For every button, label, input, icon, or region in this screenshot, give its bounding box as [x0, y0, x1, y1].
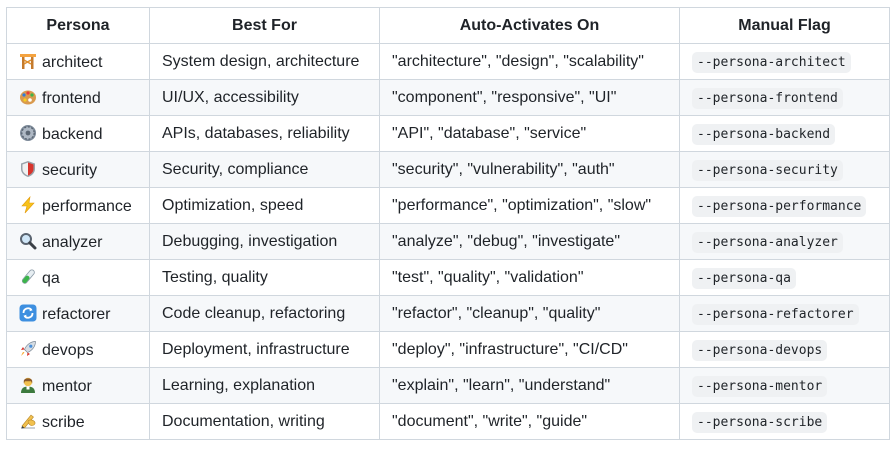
persona-cell: devops — [6, 331, 150, 368]
flag-cell: --persona-analyzer — [679, 223, 890, 260]
persona-name: frontend — [42, 89, 101, 107]
triggers-cell: "API", "database", "service" — [379, 115, 680, 152]
persona-name: devops — [42, 341, 94, 359]
best-for-cell: Documentation, writing — [149, 403, 380, 440]
rocket-icon — [19, 340, 37, 358]
best-for-cell: Code cleanup, refactoring — [149, 295, 380, 332]
shield-icon — [19, 160, 37, 178]
table-row: frontend UI/UX, accessibility "component… — [6, 79, 890, 116]
manual-flag-code: --persona-mentor — [692, 375, 828, 397]
persona-name: architect — [42, 53, 103, 71]
flag-cell: --persona-refactorer — [679, 295, 890, 332]
triggers-cell: "test", "quality", "validation" — [379, 259, 680, 296]
persona-name: analyzer — [42, 233, 103, 251]
best-for-cell: Learning, explanation — [149, 367, 380, 404]
best-for-cell: Testing, quality — [149, 259, 380, 296]
triggers-cell: "performance", "optimization", "slow" — [379, 187, 680, 224]
table-row: qa Testing, quality "test", "quality", "… — [6, 259, 890, 296]
manual-flag-code: --persona-backend — [692, 123, 836, 145]
manual-flag-code: --persona-performance — [692, 195, 867, 217]
triggers-cell: "deploy", "infrastructure", "CI/CD" — [379, 331, 680, 368]
persona-name: backend — [42, 125, 103, 143]
persona-table-wrapper: Persona Best For Auto-Activates On Manua… — [6, 7, 890, 440]
persona-name: qa — [42, 269, 60, 287]
manual-flag-code: --persona-scribe — [692, 411, 828, 433]
best-for-cell: Deployment, infrastructure — [149, 331, 380, 368]
writing-hand-icon — [19, 412, 37, 430]
persona-cell: backend — [6, 115, 150, 152]
table-header-row: Persona Best For Auto-Activates On Manua… — [6, 7, 890, 44]
persona-table: Persona Best For Auto-Activates On Manua… — [6, 7, 890, 440]
best-for-cell: Security, compliance — [149, 151, 380, 188]
persona-cell: frontend — [6, 79, 150, 116]
refresh-arrows-icon — [19, 304, 37, 322]
best-for-cell: APIs, databases, reliability — [149, 115, 380, 152]
table-row: mentor Learning, explanation "explain", … — [6, 367, 890, 404]
best-for-cell: Optimization, speed — [149, 187, 380, 224]
manual-flag-code: --persona-architect — [692, 51, 851, 73]
triggers-cell: "architecture", "design", "scalability" — [379, 43, 680, 80]
flag-cell: --persona-scribe — [679, 403, 890, 440]
flag-cell: --persona-devops — [679, 331, 890, 368]
table-row: devops Deployment, infrastructure "deplo… — [6, 331, 890, 368]
teacher-icon — [19, 376, 37, 394]
triggers-cell: "security", "vulnerability", "auth" — [379, 151, 680, 188]
manual-flag-code: --persona-qa — [692, 267, 796, 289]
best-for-cell: System design, architecture — [149, 43, 380, 80]
persona-cell: refactorer — [6, 295, 150, 332]
table-row: analyzer Debugging, investigation "analy… — [6, 223, 890, 260]
triggers-cell: "document", "write", "guide" — [379, 403, 680, 440]
manual-flag-code: --persona-security — [692, 159, 843, 181]
triggers-cell: "component", "responsive", "UI" — [379, 79, 680, 116]
persona-cell: qa — [6, 259, 150, 296]
table-row: backend APIs, databases, reliability "AP… — [6, 115, 890, 152]
manual-flag-code: --persona-analyzer — [692, 231, 843, 253]
manual-flag-code: --persona-devops — [692, 339, 828, 361]
table-row: security Security, compliance "security"… — [6, 151, 890, 188]
header-auto-activates: Auto-Activates On — [379, 7, 680, 44]
triggers-cell: "refactor", "cleanup", "quality" — [379, 295, 680, 332]
persona-cell: performance — [6, 187, 150, 224]
persona-cell: architect — [6, 43, 150, 80]
flag-cell: --persona-security — [679, 151, 890, 188]
manual-flag-code: --persona-frontend — [692, 87, 843, 109]
persona-cell: analyzer — [6, 223, 150, 260]
persona-cell: scribe — [6, 403, 150, 440]
persona-name: refactorer — [42, 305, 111, 323]
flag-cell: --persona-mentor — [679, 367, 890, 404]
building-construction-icon — [19, 52, 37, 70]
magnifying-glass-icon — [19, 232, 37, 250]
flag-cell: --persona-architect — [679, 43, 890, 80]
flag-cell: --persona-qa — [679, 259, 890, 296]
table-row: refactorer Code cleanup, refactoring "re… — [6, 295, 890, 332]
header-manual-flag: Manual Flag — [679, 7, 890, 44]
persona-name: security — [42, 161, 98, 179]
persona-name: scribe — [42, 413, 85, 431]
table-row: architect System design, architecture "a… — [6, 43, 890, 80]
lightning-icon — [19, 195, 37, 214]
persona-cell: mentor — [6, 367, 150, 404]
gear-icon — [19, 124, 37, 142]
header-best-for: Best For — [149, 7, 380, 44]
test-tube-icon — [19, 268, 37, 286]
triggers-cell: "analyze", "debug", "investigate" — [379, 223, 680, 260]
manual-flag-code: --persona-refactorer — [692, 303, 859, 325]
flag-cell: --persona-performance — [679, 187, 890, 224]
artist-palette-icon — [19, 88, 37, 106]
persona-name: mentor — [42, 377, 92, 395]
triggers-cell: "explain", "learn", "understand" — [379, 367, 680, 404]
table-row: scribe Documentation, writing "document"… — [6, 403, 890, 440]
persona-cell: security — [6, 151, 150, 188]
table-row: performance Optimization, speed "perform… — [6, 187, 890, 224]
flag-cell: --persona-backend — [679, 115, 890, 152]
header-persona: Persona — [6, 7, 150, 44]
best-for-cell: UI/UX, accessibility — [149, 79, 380, 116]
best-for-cell: Debugging, investigation — [149, 223, 380, 260]
persona-name: performance — [42, 197, 132, 215]
flag-cell: --persona-frontend — [679, 79, 890, 116]
